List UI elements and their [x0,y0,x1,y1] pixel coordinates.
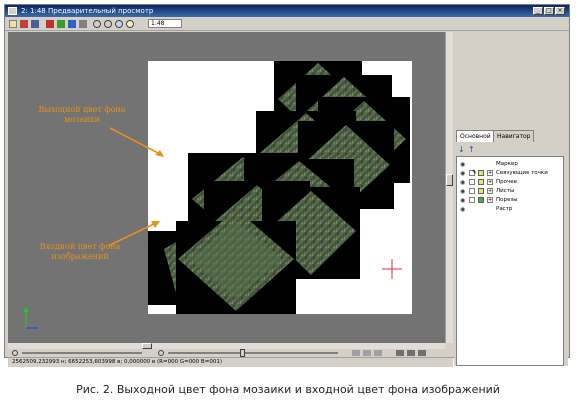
app-icon [8,7,17,15]
minimize-button[interactable]: _ [533,7,543,15]
layer-label: Маркер [496,161,518,167]
layer-checkbox[interactable] [469,188,475,194]
window-title: 2: 1:48 Предварительный просмотр [21,7,154,15]
layer-row[interactable]: ◉ Маркер [457,160,563,169]
eye-icon[interactable]: ◉ [460,170,467,177]
panel-toolbar: ↓ ↑ [458,145,488,155]
vertical-scroll-thumb[interactable] [446,174,453,186]
brightness-thumb[interactable] [240,349,245,357]
pencil-icon[interactable]: ✎ [472,169,477,177]
layer-color-swatch[interactable] [478,170,484,176]
layer-row[interactable]: ◉ + Порезы [457,196,563,205]
arrow-up-icon[interactable]: ↑ [468,145,475,154]
view-button-4[interactable] [396,350,404,356]
layer-red-icon[interactable] [46,20,54,28]
zoom-out-icon[interactable] [104,20,112,28]
annotation-arrow-bottom [107,221,160,247]
vertical-scrollbar[interactable] [445,32,453,343]
layer-label: Листы [496,188,515,194]
mosaic-canvas [148,61,412,314]
zoom-field[interactable]: 1:48 [148,19,182,28]
annotation-arrow-top [109,127,164,157]
figure-caption: Рис. 2. Выходной цвет фона мозаики и вхо… [76,383,500,396]
view-button-3[interactable] [374,350,382,356]
preview-window: 2: 1:48 Предварительный просмотр _ □ × 1… [4,4,570,367]
layer-label: Связующие точки [496,170,548,176]
layer-checkbox[interactable] [469,197,475,203]
preview-area[interactable]: Выходной цвет фона мозаики Входной цвет … [8,32,445,343]
mosaic-tiles [148,61,410,314]
eye-icon[interactable]: ◉ [460,161,467,168]
stop-icon[interactable] [20,20,28,28]
status-coords: 2562509,232993 н; 6652253,603998 в; 0,00… [12,359,222,365]
crosshair-marker [382,259,402,279]
toolbar: 1:48 [5,18,569,31]
view-button-5[interactable] [407,350,415,356]
layer-row[interactable]: ◉ + Прочее [457,178,563,187]
view-button-6[interactable] [418,350,426,356]
layer-color-swatch[interactable] [478,197,484,203]
close-button[interactable]: × [555,7,565,15]
layer-row[interactable]: ◉ Растр [457,205,563,214]
tab-main[interactable]: Основной [456,130,495,142]
eye-icon[interactable]: ◉ [460,188,467,195]
layer-gray-icon[interactable] [79,20,87,28]
eye-icon[interactable]: ◉ [460,197,467,204]
axis-icon [23,307,38,329]
refresh-icon[interactable] [31,20,39,28]
layer-green-icon[interactable] [57,20,65,28]
tab-navigator[interactable]: Навигатор [493,130,535,142]
expand-icon[interactable]: + [487,197,493,203]
contrast-slider[interactable] [22,352,142,354]
zoom-actual-icon[interactable] [126,20,134,28]
brightness-slider[interactable] [168,352,338,354]
expand-icon[interactable]: + [487,170,493,176]
layer-row[interactable]: ◉ + Листы [457,187,563,196]
zoom-in-icon[interactable] [93,20,101,28]
layer-row[interactable]: ◉ ✎ + Связующие точки [457,169,563,178]
expand-icon[interactable]: + [487,179,493,185]
maximize-button[interactable]: □ [544,7,554,15]
arrow-down-icon[interactable]: ↓ [458,145,465,154]
contrast-icon[interactable] [12,350,18,356]
tile-front [176,209,296,314]
layer-checkbox[interactable] [469,179,475,185]
eye-icon[interactable]: ◉ [460,179,467,186]
view-button-1[interactable] [352,350,360,356]
playback-controls [8,349,453,357]
layer-color-swatch[interactable] [478,179,484,185]
expand-icon[interactable]: + [487,188,493,194]
eye-icon[interactable]: ◉ [460,206,467,213]
layer-label: Растр [496,206,513,212]
zoom-fit-icon[interactable] [115,20,123,28]
layers-panel: Основной Навигатор ↓ ↑ ◉ Маркер ◉ ✎ + Связующ… [454,32,568,366]
annotation-output-bg: Выходной цвет фона мозаики [38,105,126,124]
status-bar: 2562509,232993 н; 6652253,603998 в; 0,00… [8,357,453,367]
layer-tree: ◉ Маркер ◉ ✎ + Связующие точки ◉ + Прочее ◉ + Листы… [456,156,564,366]
layer-label: Порезы [496,197,518,203]
cursor-icon[interactable] [9,20,17,28]
layer-color-swatch[interactable] [478,188,484,194]
title-bar: 2: 1:48 Предварительный просмотр _ □ × [5,5,569,17]
layer-blue-icon[interactable] [68,20,76,28]
brightness-icon[interactable] [158,350,164,356]
layer-label: Прочее [496,179,518,185]
view-button-2[interactable] [363,350,371,356]
